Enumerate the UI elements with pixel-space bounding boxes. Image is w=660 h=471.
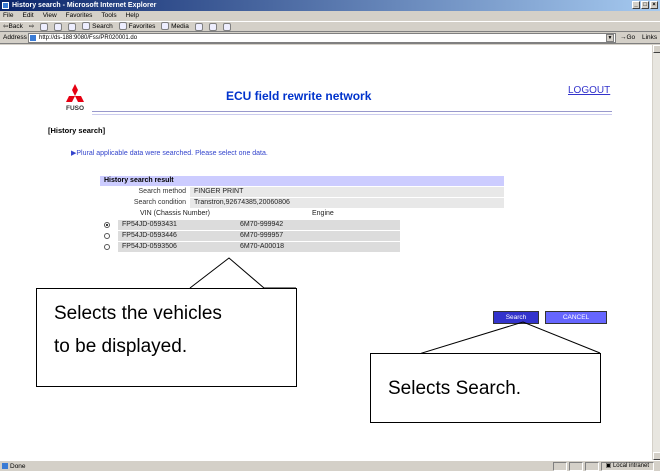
scroll-up-icon[interactable] (653, 45, 660, 53)
favorites-icon (118, 22, 127, 31)
table-row: Search condition Transtron,92674385,2006… (100, 198, 504, 208)
divider (92, 114, 612, 115)
scroll-down-icon[interactable] (653, 452, 660, 460)
status-panel (552, 462, 567, 471)
table-row[interactable]: FP54JD-0593431 6M70-999942 (100, 220, 504, 230)
info-message: ▶Plural applicable data were searched. P… (71, 150, 268, 157)
page-icon (30, 35, 36, 41)
toolbar: ⇦Back ⇨ Search Favorites Media (0, 21, 660, 32)
vin-cell: FP54JD-0593446 (122, 232, 177, 239)
search-button[interactable]: Search (493, 311, 539, 324)
engine-cell: 6M70-A00018 (240, 243, 284, 250)
table-header-row: VIN (Chassis Number) Engine (100, 209, 504, 219)
history-icon[interactable] (194, 22, 203, 31)
vehicle-radio-2[interactable] (104, 233, 110, 239)
result-heading: History search result (100, 176, 504, 186)
back-button[interactable]: ⇦Back (3, 21, 23, 32)
media-button[interactable]: Media (161, 21, 189, 32)
vin-cell: FP54JD-0593431 (122, 221, 177, 228)
callout-text-line2: to be displayed. (54, 336, 188, 357)
address-url: http://ds-188:9080/Fss/PR020001.do (39, 35, 138, 41)
callout-select-vehicles: Selects the vehicles to be displayed. (36, 288, 297, 387)
title-bar: History search - Microsoft Internet Expl… (0, 0, 660, 11)
home-icon[interactable] (68, 22, 77, 31)
menu-edit[interactable]: Edit (22, 11, 33, 21)
engine-cell: 6M70-999942 (240, 221, 284, 228)
history-result-table: History search result Search method FING… (100, 176, 504, 277)
close-button[interactable]: × (650, 1, 658, 9)
menu-file[interactable]: File (3, 11, 13, 21)
engine-cell: 6M70-999957 (240, 232, 284, 239)
stop-icon[interactable] (40, 22, 49, 31)
go-button[interactable]: →Go (620, 32, 635, 44)
vehicle-radio-3[interactable] (104, 244, 110, 250)
menu-help[interactable]: Help (126, 11, 139, 21)
column-header-vin: VIN (Chassis Number) (140, 210, 211, 217)
status-panel (584, 462, 599, 471)
intranet-icon: ▣ (605, 463, 612, 469)
search-icon (82, 22, 91, 31)
refresh-icon[interactable] (54, 22, 63, 31)
table-row: Search method FINGER PRINT (100, 187, 504, 197)
address-label: Address (3, 34, 27, 41)
brand-label: FUSO (65, 105, 85, 112)
ie-icon (2, 2, 9, 9)
method-value: FINGER PRINT (194, 188, 244, 195)
forward-button[interactable]: ⇨ (29, 21, 34, 32)
condition-label: Search condition (133, 199, 186, 206)
page-icon (2, 463, 8, 469)
menu-bar: File Edit View Favorites Tools Help (0, 11, 660, 21)
media-icon (161, 22, 170, 31)
vehicle-radio-1[interactable] (104, 222, 110, 228)
callout-text-line1: Selects the vehicles (54, 303, 222, 324)
zone-indicator: ▣ Local intranet (600, 462, 654, 471)
condition-value: Transtron,92674385,20060806 (194, 199, 290, 206)
status-bar: Done ▣ Local intranet (0, 460, 660, 471)
address-bar: Address http://ds-188:9080/Fss/PR020001.… (0, 32, 660, 44)
minimize-button[interactable]: _ (632, 1, 640, 9)
column-header-engine: Engine (312, 210, 334, 217)
mail-icon[interactable] (208, 22, 217, 31)
search-button[interactable]: Search (82, 21, 113, 32)
menu-favorites[interactable]: Favorites (66, 11, 93, 21)
links-button[interactable]: Links (642, 32, 657, 44)
vin-cell: FP54JD-0593506 (122, 243, 177, 250)
method-label: Search method (138, 188, 186, 195)
address-dropdown-icon[interactable]: ▼ (606, 34, 614, 42)
maximize-button[interactable]: □ (641, 1, 649, 9)
table-row[interactable]: FP54JD-0593506 6M70-A00018 (100, 242, 504, 252)
mitsubishi-logo: FUSO (60, 83, 90, 117)
logout-link[interactable]: LOGOUT (568, 85, 610, 96)
menu-tools[interactable]: Tools (101, 11, 116, 21)
status-text: Done (10, 463, 26, 470)
browser-window: History search - Microsoft Internet Expl… (0, 0, 660, 471)
page-title: ECU field rewrite network (226, 89, 372, 103)
menu-view[interactable]: View (43, 11, 57, 21)
section-title: [History search] (48, 126, 106, 135)
window-title: History search - Microsoft Internet Expl… (12, 2, 157, 9)
vertical-scrollbar[interactable] (652, 45, 660, 460)
divider (92, 111, 612, 112)
address-input[interactable]: http://ds-188:9080/Fss/PR020001.do ▼ (28, 33, 616, 43)
cancel-button[interactable]: CANCEL (545, 311, 607, 324)
print-icon[interactable] (222, 22, 231, 31)
favorites-button[interactable]: Favorites (118, 21, 155, 32)
table-row[interactable]: FP54JD-0593446 6M70-999957 (100, 231, 504, 241)
callout-text: Selects Search. (388, 378, 522, 399)
callout-select-search: Selects Search. (370, 353, 601, 423)
status-panel (568, 462, 583, 471)
